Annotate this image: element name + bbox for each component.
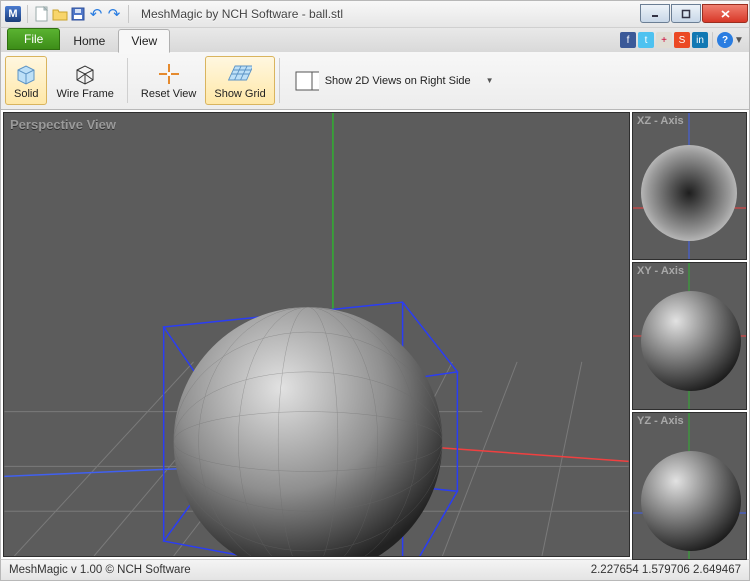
linkedin-icon[interactable]: in — [692, 32, 708, 48]
layout-icon — [295, 69, 319, 93]
tab-home[interactable]: Home — [60, 29, 118, 52]
ribbon-group-layout: Show 2D Views on Right Side ▼ — [284, 56, 498, 105]
quick-access-toolbar: M ↶ ↷ — [1, 5, 137, 23]
show-2d-views-label: Show 2D Views on Right Side — [325, 75, 471, 87]
show-grid-button[interactable]: Show Grid — [205, 56, 274, 105]
tab-file[interactable]: File — [7, 28, 60, 50]
minimize-button[interactable] — [640, 4, 670, 23]
scene-perspective — [4, 113, 629, 556]
wireframe-label: Wire Frame — [56, 88, 113, 100]
show-2d-views-button[interactable]: Show 2D Views on Right Side — [284, 56, 482, 105]
solid-button[interactable]: Solid — [5, 56, 47, 105]
separator — [279, 58, 280, 103]
undo-icon[interactable]: ↶ — [88, 6, 104, 22]
panel-label-yz: YZ - Axis — [637, 415, 684, 427]
viewport-yz[interactable]: YZ - Axis — [632, 412, 747, 560]
help-icon[interactable]: ? — [717, 32, 733, 48]
reset-view-label: Reset View — [141, 88, 196, 100]
solid-label: Solid — [14, 88, 38, 100]
separator — [127, 58, 128, 103]
separator — [128, 5, 129, 23]
separator — [712, 32, 713, 48]
reset-view-button[interactable]: Reset View — [132, 56, 205, 105]
status-bar: MeshMagic v 1.00 © NCH Software 2.227654… — [0, 559, 750, 581]
open-folder-icon[interactable] — [52, 6, 68, 22]
status-version: MeshMagic v 1.00 © NCH Software — [9, 564, 191, 576]
ribbon-group-display: Solid Wire Frame — [5, 56, 123, 105]
show-grid-label: Show Grid — [214, 88, 265, 100]
close-button[interactable] — [702, 4, 748, 23]
viewport-xz[interactable]: XZ - Axis — [632, 112, 747, 260]
new-file-icon[interactable] — [34, 6, 50, 22]
solid-cube-icon — [14, 62, 38, 86]
social-links: f t + S in ? ▼ — [620, 32, 749, 52]
viewport-label: Perspective View — [10, 117, 116, 132]
maximize-button[interactable] — [671, 4, 701, 23]
redo-icon[interactable]: ↷ — [106, 6, 122, 22]
window-controls — [640, 5, 749, 23]
wireframe-button[interactable]: Wire Frame — [47, 56, 122, 105]
viewport-main[interactable]: Perspective View — [3, 112, 630, 557]
stumbleupon-icon[interactable]: S — [674, 32, 690, 48]
separator — [27, 5, 28, 23]
panel-label-xy: XY - Axis — [637, 265, 684, 277]
side-panels: XZ - Axis XY - Axis YZ - Axis — [632, 112, 747, 557]
app-icon[interactable]: M — [5, 6, 21, 22]
layout-dropdown-icon[interactable]: ▼ — [482, 76, 498, 85]
google-plus-icon[interactable]: + — [656, 32, 672, 48]
workspace: Perspective View — [0, 110, 750, 559]
tab-strip: File Home View f t + S in ? ▼ — [0, 28, 750, 52]
help-dropdown-icon[interactable]: ▼ — [735, 32, 743, 48]
reset-view-icon — [157, 62, 181, 86]
twitter-icon[interactable]: t — [638, 32, 654, 48]
viewport-xy[interactable]: XY - Axis — [632, 262, 747, 410]
titlebar: M ↶ ↷ MeshMagic by NCH Software - ball.s… — [0, 0, 750, 28]
wireframe-cube-icon — [73, 62, 97, 86]
save-icon[interactable] — [70, 6, 86, 22]
facebook-icon[interactable]: f — [620, 32, 636, 48]
ribbon-view: Solid Wire Frame Reset View Show Grid — [0, 52, 750, 110]
window-title: MeshMagic by NCH Software - ball.stl — [137, 7, 640, 21]
ribbon-group-view: Reset View Show Grid — [132, 56, 275, 105]
status-coordinates: 2.227654 1.579706 2.649467 — [591, 564, 741, 576]
grid-icon — [228, 62, 252, 86]
panel-label-xz: XZ - Axis — [637, 115, 684, 127]
tab-view[interactable]: View — [118, 29, 170, 53]
